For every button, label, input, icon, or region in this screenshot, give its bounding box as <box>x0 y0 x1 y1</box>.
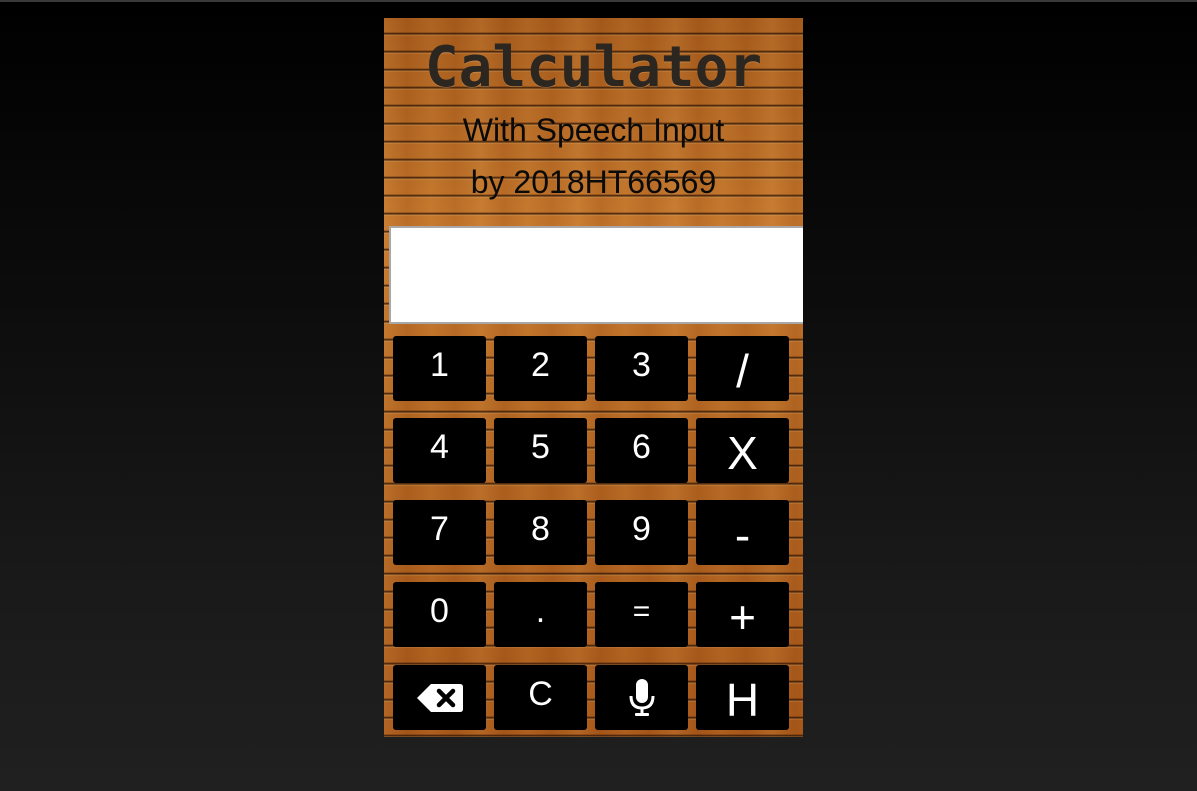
multiply-label: X <box>727 426 758 479</box>
key-0-button[interactable]: 0 <box>393 582 486 647</box>
key-1-button[interactable]: 1 <box>393 336 486 401</box>
calculator-title: Calculator <box>424 35 763 100</box>
clear-button[interactable]: C <box>494 665 587 730</box>
microphone-button[interactable] <box>595 665 688 730</box>
key-7-button[interactable]: 7 <box>393 500 486 565</box>
key-3-button[interactable]: 3 <box>595 336 688 401</box>
key-2-button[interactable]: 2 <box>494 336 587 401</box>
key-3-label: 3 <box>632 346 651 384</box>
key-6-label: 6 <box>632 428 651 466</box>
history-button[interactable]: H <box>696 665 789 730</box>
microphone-icon <box>629 678 654 716</box>
add-button[interactable]: + <box>696 582 789 647</box>
key-9-label: 9 <box>632 510 651 548</box>
equals-label: = <box>632 594 651 628</box>
subtract-label: - <box>734 508 751 561</box>
key-8-label: 8 <box>531 510 550 548</box>
divide-label: / <box>736 344 749 397</box>
divide-button[interactable]: / <box>696 336 789 401</box>
key-5-label: 5 <box>531 428 550 466</box>
history-label: H <box>725 673 760 726</box>
window-top-border <box>0 0 1197 2</box>
key-4-label: 4 <box>430 428 449 466</box>
key-2-label: 2 <box>531 346 550 384</box>
clear-label: C <box>528 675 553 713</box>
multiply-button[interactable]: X <box>696 418 789 483</box>
subtitle-author: by 2018HT66569 <box>470 164 717 200</box>
decimal-button[interactable]: . <box>494 582 587 647</box>
backspace-button[interactable] <box>393 665 486 730</box>
backspace-icon <box>416 683 463 712</box>
key-0-label: 0 <box>430 592 449 630</box>
key-1-label: 1 <box>430 346 449 384</box>
key-9-button[interactable]: 9 <box>595 500 688 565</box>
display-input[interactable] <box>389 226 803 324</box>
add-label: + <box>729 590 756 643</box>
key-7-label: 7 <box>430 510 449 548</box>
key-8-button[interactable]: 8 <box>494 500 587 565</box>
subtract-button[interactable]: - <box>696 500 789 565</box>
decimal-label: . <box>535 592 546 630</box>
key-6-button[interactable]: 6 <box>595 418 688 483</box>
key-5-button[interactable]: 5 <box>494 418 587 483</box>
subtitle-speech-input: With Speech Input <box>462 112 725 148</box>
key-4-button[interactable]: 4 <box>393 418 486 483</box>
calculator-panel: Calculator With Speech Input by 2018HT66… <box>384 18 803 737</box>
equals-button[interactable]: = <box>595 582 688 647</box>
